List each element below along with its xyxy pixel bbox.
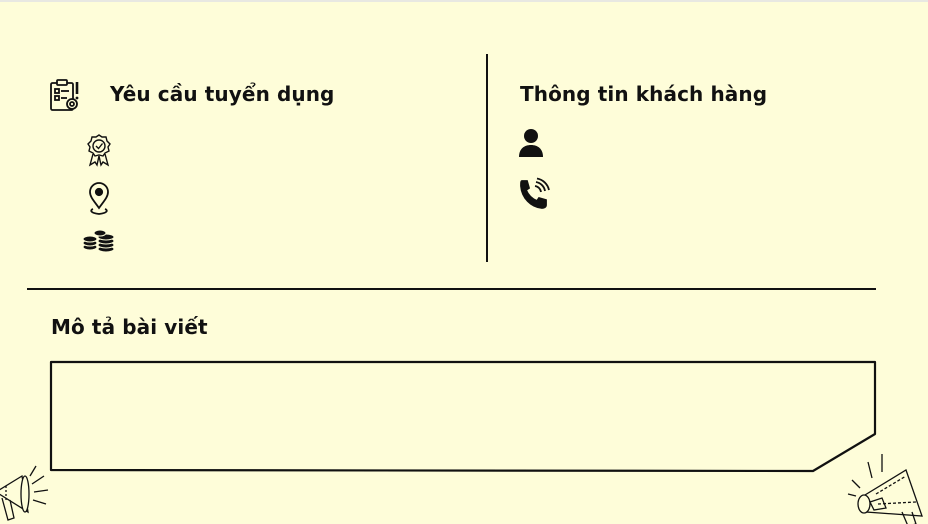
coins-icon [82, 229, 116, 253]
requirements-title: Yêu cầu tuyển dụng [110, 82, 335, 106]
section-divider [27, 288, 876, 290]
phone-icon [518, 177, 550, 210]
megaphone-right-icon [846, 446, 928, 524]
award-badge-icon [86, 134, 112, 167]
description-textbox[interactable] [49, 360, 879, 475]
person-icon [518, 128, 544, 158]
description-title: Mô tả bài viết [51, 315, 208, 339]
top-border [0, 0, 928, 2]
location-pin-icon [88, 182, 110, 216]
megaphone-left-icon [0, 462, 52, 524]
customer-title: Thông tin khách hàng [520, 82, 768, 106]
clipboard-checklist-icon [48, 78, 82, 112]
column-divider [486, 54, 488, 262]
